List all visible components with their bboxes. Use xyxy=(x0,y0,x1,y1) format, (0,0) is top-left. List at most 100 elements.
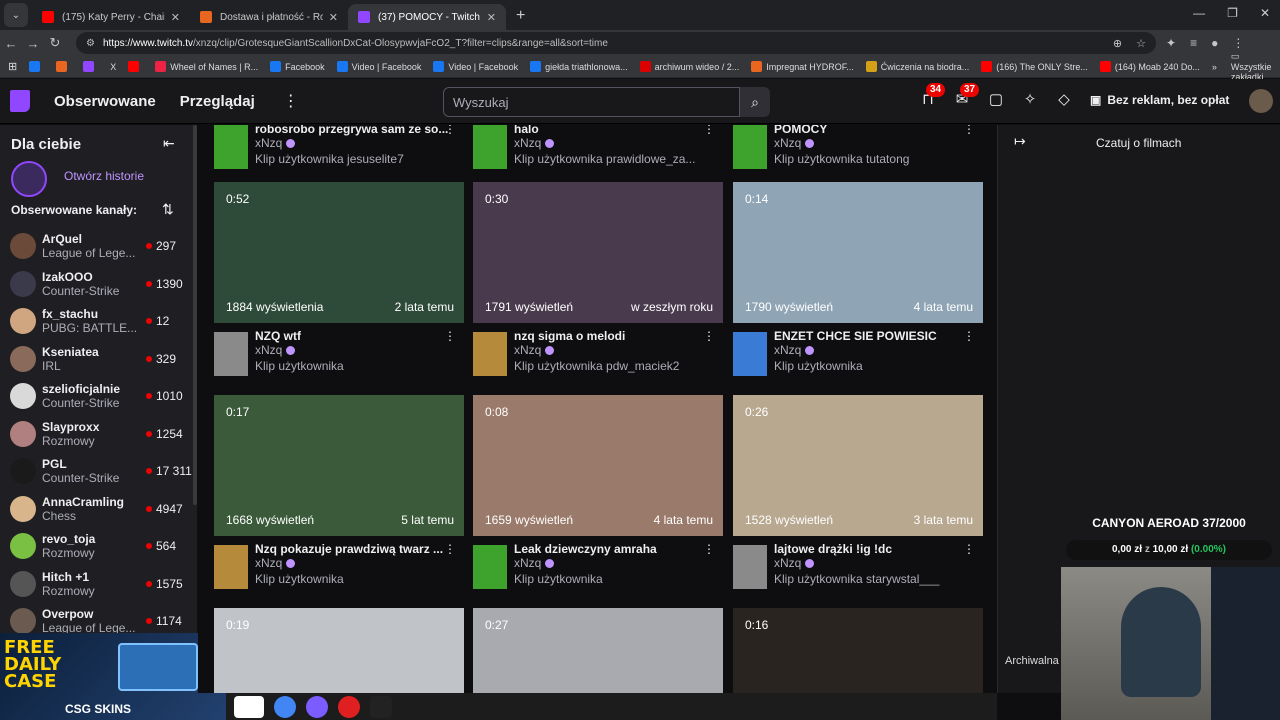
clip-avatar[interactable] xyxy=(214,125,248,169)
sidebar-channel[interactable]: szelioficjalnie Counter-Strike 1010 xyxy=(0,377,197,415)
clip-channel[interactable]: xNzq xyxy=(255,136,296,150)
clip-channel[interactable]: xNzq xyxy=(514,136,555,150)
chevron-right-icon[interactable]: » xyxy=(1212,62,1217,72)
collapse-icon[interactable]: ⇤ xyxy=(163,135,175,152)
clip-thumbnail[interactable]: 0:26 1528 wyświetleń 3 lata temu xyxy=(733,395,983,536)
more-icon[interactable]: ⋮ xyxy=(444,542,456,556)
more-icon[interactable]: ⋮ xyxy=(963,542,975,556)
browser-tab-twitch[interactable]: (37) POMOCY - Twitch ✕ xyxy=(348,4,506,30)
sidebar-channel[interactable]: Hitch +1 Rozmowy 1575 xyxy=(0,565,197,603)
crown-icon[interactable]: ✧ xyxy=(1020,89,1040,111)
clip-avatar[interactable] xyxy=(214,332,248,376)
clip-title[interactable]: Nzq pokazuje prawdziwą twarz ... xyxy=(255,542,450,556)
clip-avatar[interactable] xyxy=(473,125,507,169)
clip-avatar[interactable] xyxy=(473,545,507,589)
bookmark-video-facebook-2[interactable]: Video | Facebook xyxy=(433,61,518,72)
search-icon[interactable]: ⌕ xyxy=(740,87,770,117)
all-bookmarks[interactable]: ▭ Wszystkie zakładki xyxy=(1231,51,1272,82)
clip-title[interactable]: Leak dziewczyny amraha xyxy=(514,542,709,556)
clip-thumbnail[interactable]: 0:52 1884 wyświetlenia 2 lata temu xyxy=(214,182,464,323)
bookmark-wheel[interactable]: Wheel of Names | R... xyxy=(155,61,258,72)
clip-thumbnail[interactable]: 0:14 1790 wyświetleń 4 lata temu xyxy=(733,182,983,323)
sidebar-channel[interactable]: fx_stachu PUBG: BATTLE... 12 xyxy=(0,302,197,340)
open-history-link[interactable]: Otwórz historie xyxy=(64,169,144,183)
sort-icon[interactable]: ⇅ xyxy=(162,201,174,218)
noads-button[interactable]: ▣ Bez reklam, bez opłat xyxy=(1090,93,1229,107)
browser-tab-rockpoint[interactable]: Dostawa i płatność - Rock Point ✕ xyxy=(190,4,348,30)
zoom-icon[interactable]: ⊕ xyxy=(1113,37,1122,50)
search-input[interactable]: Wyszukaj xyxy=(443,87,740,117)
sidebar-channel[interactable]: Slayproxx Rozmowy 1254 xyxy=(0,415,197,453)
extensions-icon[interactable]: ✦ xyxy=(1166,36,1176,50)
promo-banner[interactable]: FREE DAILY CASE CSG SKINS xyxy=(0,633,226,720)
bookmark-cwiczenia[interactable]: Ćwiczenia na biodra... xyxy=(865,61,969,72)
clip-title[interactable]: POMOCY xyxy=(774,125,969,136)
more-icon[interactable]: ⋮ xyxy=(444,125,456,136)
clip-thumbnail[interactable]: 0:16 xyxy=(733,608,983,693)
clip-thumbnail[interactable]: 0:30 1791 wyświetleń w zeszłym roku xyxy=(473,182,723,323)
chrome-icon[interactable] xyxy=(274,695,296,718)
clip-title[interactable]: nzq sigma o melodi xyxy=(514,329,709,343)
close-icon[interactable]: ✕ xyxy=(171,11,180,24)
twitch-logo-icon[interactable] xyxy=(10,90,30,112)
reload-icon[interactable]: ↻ xyxy=(44,35,66,51)
bookmark-only-stre[interactable]: (166) The ONLY Stre... xyxy=(981,61,1088,72)
bookmark-youtube-icon[interactable] xyxy=(128,61,143,72)
site-info-icon[interactable]: ⚙ xyxy=(86,38,95,49)
terminal-icon[interactable] xyxy=(370,695,392,718)
clip-title[interactable]: ENZET CHCE SIE POWIESIC xyxy=(774,329,969,343)
clip-title[interactable]: robosrobo przegrywa sam ze so... xyxy=(255,125,450,136)
sidebar-channel[interactable]: Kseniatea IRL 329 xyxy=(0,340,197,378)
expand-icon[interactable]: ↦ xyxy=(1014,133,1026,150)
more-icon[interactable]: ⋮ xyxy=(963,329,975,343)
clip-channel[interactable]: xNzq xyxy=(514,343,555,357)
clip-channel[interactable]: xNzq xyxy=(514,556,555,570)
more-icon[interactable]: ⋮ xyxy=(283,91,299,111)
clip-channel[interactable]: xNzq xyxy=(255,556,296,570)
obs-icon[interactable] xyxy=(338,695,360,718)
close-icon[interactable]: ✕ xyxy=(487,11,496,24)
browser-tab-youtube[interactable]: (175) Katy Perry - Chained To Th ✕ xyxy=(32,4,190,30)
menu-icon[interactable]: ⋮ xyxy=(1232,36,1244,50)
bookmark-facebook[interactable]: Facebook xyxy=(270,61,325,72)
clip-avatar[interactable] xyxy=(473,332,507,376)
more-icon[interactable]: ⋮ xyxy=(703,542,715,556)
nav-browse[interactable]: Przeglądaj xyxy=(180,93,255,110)
bookmark-x-icon[interactable]: X xyxy=(110,62,116,72)
bits-icon[interactable]: ◇ xyxy=(1054,89,1074,111)
clip-title[interactable]: NZQ wtf xyxy=(255,329,450,343)
forward-icon[interactable]: → xyxy=(22,36,44,51)
clip-avatar[interactable] xyxy=(214,545,248,589)
bookmark-video-facebook[interactable]: Video | Facebook xyxy=(336,61,421,72)
clip-channel[interactable]: xNzq xyxy=(774,343,815,357)
clip-thumbnail[interactable]: 0:08 1659 wyświetleń 4 lata temu xyxy=(473,395,723,536)
sidebar-scrollbar[interactable] xyxy=(193,125,197,505)
sidebar-channel[interactable]: PGL Counter-Strike 17 311 xyxy=(0,452,197,490)
taskbar-blank[interactable] xyxy=(234,695,264,718)
new-tab-icon[interactable]: + xyxy=(516,7,525,25)
restore-icon[interactable]: ❐ xyxy=(1227,6,1238,20)
close-icon[interactable]: ✕ xyxy=(329,11,338,24)
more-icon[interactable]: ⋮ xyxy=(963,125,975,136)
clip-channel[interactable]: xNzq xyxy=(255,343,296,357)
apps-icon[interactable]: ⊞ xyxy=(8,60,17,73)
bookmark-gielda[interactable]: giełda triathlonowa... xyxy=(530,61,628,72)
user-avatar[interactable] xyxy=(1249,89,1273,113)
inbox-icon[interactable]: ⊓ 34 xyxy=(918,83,946,111)
url-input[interactable]: ⚙ https://www.twitch.tv /xnzq/clip/Grote… xyxy=(76,32,1156,54)
more-icon[interactable]: ⋮ xyxy=(703,329,715,343)
sidebar-channel[interactable]: AnnaCramling Chess 4947 xyxy=(0,490,197,528)
clip-thumbnail[interactable]: 0:17 1668 wyświetleń 5 lat temu xyxy=(214,395,464,536)
clip-avatar[interactable] xyxy=(733,545,767,589)
minimize-icon[interactable]: — xyxy=(1193,6,1205,20)
more-icon[interactable]: ⋮ xyxy=(444,329,456,343)
sidebar-channel[interactable]: ArQuel League of Lege... 297 xyxy=(0,227,197,265)
bookmark-twitch-icon[interactable] xyxy=(83,61,98,72)
sidebar-channel[interactable]: revo_toja Rozmowy 564 xyxy=(0,527,197,565)
clip-avatar[interactable] xyxy=(733,125,767,169)
clip-title[interactable]: halo xyxy=(514,125,709,136)
bookmark-archiwum[interactable]: archiwum wideo / 2... xyxy=(639,61,739,72)
clip-avatar[interactable] xyxy=(733,332,767,376)
bookmark-orange-icon[interactable] xyxy=(56,61,71,72)
more-icon[interactable]: ⋮ xyxy=(703,125,715,136)
